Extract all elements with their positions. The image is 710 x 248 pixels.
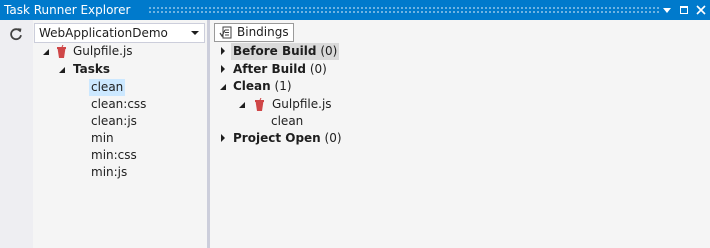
tree-label-tasks: Tasks — [73, 62, 111, 76]
binding-label-before-build: Before Build (0) — [231, 43, 340, 60]
tree-node-gulpfile[interactable]: Gulpfile.js — [33, 43, 207, 60]
title-grip[interactable] — [148, 6, 660, 13]
task-label: clean:js — [91, 114, 137, 128]
expand-down-icon[interactable] — [43, 49, 49, 55]
binding-clean[interactable]: Clean (1) — [210, 78, 710, 95]
task-item-clean-css[interactable]: clean:css — [91, 96, 146, 113]
expand-right-icon[interactable] — [221, 47, 225, 55]
expand-down-icon[interactable] — [239, 102, 245, 108]
expand-down-icon[interactable] — [59, 67, 65, 73]
chevron-down-icon[interactable] — [191, 31, 199, 35]
binding-count: (0) — [320, 44, 338, 58]
project-select-value: WebApplicationDemo — [39, 26, 168, 40]
close-icon[interactable] — [693, 2, 709, 18]
refresh-icon[interactable] — [9, 27, 23, 41]
bindings-pane: Bindings Before Build (0) After Build (0… — [210, 20, 710, 248]
binding-project-open[interactable]: Project Open (0) — [210, 130, 710, 147]
bindings-icon — [219, 26, 233, 40]
task-label: min:css — [91, 148, 137, 162]
task-tree-pane: WebApplicationDemo Gulpfile.js Tasks cle… — [33, 20, 207, 248]
binding-count: (0) — [309, 62, 327, 76]
task-item-clean[interactable]: clean — [89, 79, 126, 96]
binding-label-clean: Clean (1) — [233, 78, 292, 95]
tree-label-gulpfile: Gulpfile.js — [73, 44, 133, 58]
tab-bindings-label: Bindings — [237, 25, 289, 39]
binding-clean-file[interactable]: Gulpfile.js — [210, 96, 710, 113]
left-toolbar — [0, 20, 33, 248]
tab-bindings[interactable]: Bindings — [214, 23, 294, 42]
binding-name: After Build — [233, 62, 306, 76]
gulp-cup-icon — [57, 44, 66, 59]
binding-before-build[interactable]: Before Build (0) — [210, 43, 710, 60]
gulp-cup-icon — [255, 97, 264, 112]
binding-name: Project Open — [233, 131, 321, 145]
task-label: clean:css — [91, 97, 147, 111]
window-title: Task Runner Explorer — [4, 3, 131, 17]
binding-task-label: clean — [271, 114, 304, 128]
binding-clean-task[interactable]: clean — [271, 113, 303, 130]
expand-right-icon[interactable] — [221, 65, 225, 73]
task-label: clean — [91, 80, 124, 94]
expand-down-icon[interactable] — [220, 84, 226, 90]
maximize-icon[interactable] — [676, 2, 692, 18]
title-bar: Task Runner Explorer — [0, 0, 710, 20]
task-item-min[interactable]: min — [91, 130, 114, 147]
project-select[interactable]: WebApplicationDemo — [34, 23, 205, 43]
task-item-min-js[interactable]: min:js — [91, 164, 127, 181]
binding-file-label: Gulpfile.js — [272, 97, 332, 111]
task-item-min-css[interactable]: min:css — [91, 147, 137, 164]
expand-right-icon[interactable] — [221, 134, 225, 142]
binding-count: (0) — [324, 131, 342, 145]
binding-count: (1) — [274, 79, 292, 93]
tree-node-tasks[interactable]: Tasks — [33, 61, 207, 78]
task-label: min — [91, 131, 114, 145]
binding-label-project-open: Project Open (0) — [233, 130, 342, 147]
binding-after-build[interactable]: After Build (0) — [210, 61, 710, 78]
binding-name: Clean — [233, 79, 271, 93]
binding-name: Before Build — [233, 44, 317, 58]
task-item-clean-js[interactable]: clean:js — [91, 113, 137, 130]
binding-label-after-build: After Build (0) — [233, 61, 327, 78]
window-menu-dropdown-icon[interactable] — [659, 2, 675, 18]
task-label: min:js — [91, 165, 128, 179]
